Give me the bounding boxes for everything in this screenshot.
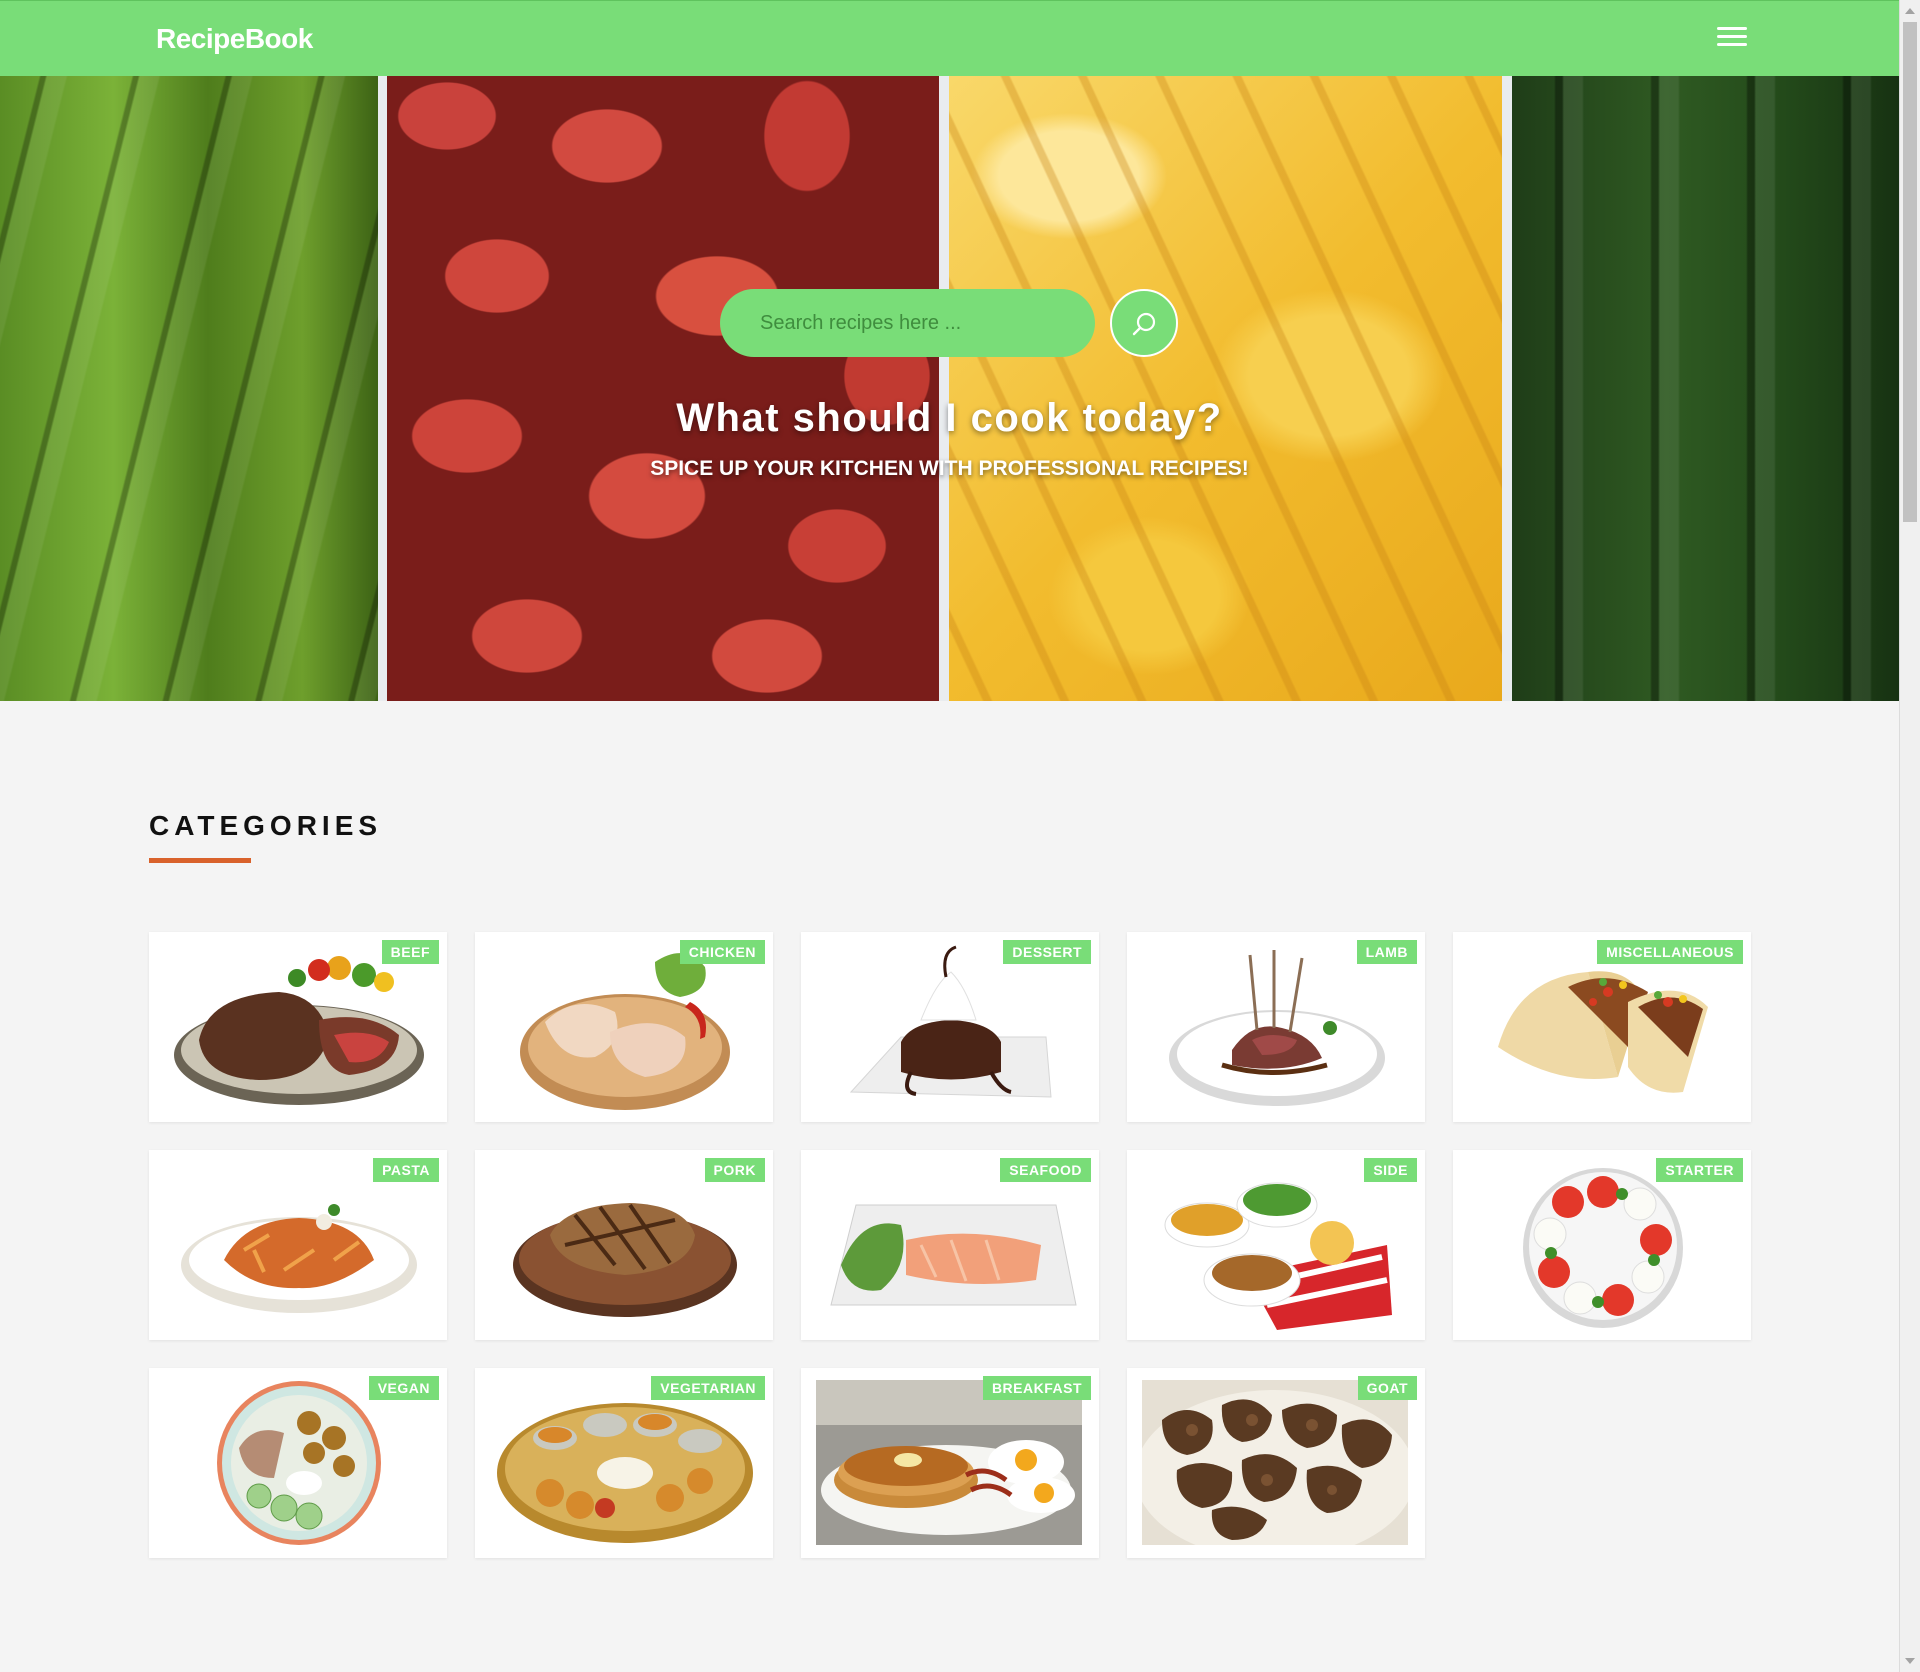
category-badge: BREAKFAST: [982, 1376, 1091, 1400]
search-button[interactable]: [1110, 289, 1178, 357]
search-input[interactable]: [720, 289, 1095, 357]
scroll-down-arrow[interactable]: [1905, 1658, 1915, 1664]
pork-image: [513, 1203, 737, 1317]
chicken-image: [520, 953, 730, 1110]
category-card-dessert[interactable]: DESSERT: [801, 932, 1099, 1122]
breakfast-image: [816, 1380, 1082, 1545]
category-card-vegan[interactable]: VEGAN: [149, 1368, 447, 1558]
category-badge: STARTER: [1656, 1158, 1743, 1182]
heading-underline: [149, 858, 251, 863]
beef-image: [174, 956, 424, 1105]
navbar: RecipeBook: [0, 0, 1899, 76]
hero-image-red-beans: [387, 76, 939, 701]
category-card-lamb[interactable]: LAMB: [1127, 932, 1425, 1122]
category-card-beef[interactable]: BEEF: [149, 932, 447, 1122]
category-badge: VEGETARIAN: [651, 1376, 765, 1400]
category-badge: VEGAN: [368, 1376, 439, 1400]
hero-image-okra-right: [1512, 76, 1899, 701]
side-image: [1164, 1182, 1392, 1330]
category-badge: SEAFOOD: [1000, 1158, 1091, 1182]
hero-image-okra-left: [0, 76, 378, 701]
vegetarian-image: [497, 1403, 753, 1543]
starter-image: [1523, 1168, 1683, 1328]
page-scrollbar[interactable]: [1899, 0, 1920, 1672]
category-badge: PASTA: [373, 1158, 439, 1182]
category-card-vegetarian[interactable]: VEGETARIAN: [475, 1368, 773, 1558]
brand-logo[interactable]: RecipeBook: [156, 23, 313, 55]
category-badge: BEEF: [381, 940, 439, 964]
pasta-image: [181, 1204, 417, 1313]
hamburger-icon[interactable]: [1717, 27, 1747, 51]
category-card-side[interactable]: SIDE: [1127, 1150, 1425, 1340]
category-badge: SIDE: [1364, 1158, 1417, 1182]
categories-heading: CATEGORIES: [149, 810, 383, 841]
category-card-pasta[interactable]: PASTA: [149, 1150, 447, 1340]
vegan-image: [217, 1381, 381, 1545]
miscellaneous-image: [1498, 971, 1708, 1093]
scroll-up-arrow[interactable]: [1905, 8, 1915, 14]
category-card-seafood[interactable]: SEAFOOD: [801, 1150, 1099, 1340]
category-card-chicken[interactable]: CHICKEN: [475, 932, 773, 1122]
category-badge: LAMB: [1356, 940, 1417, 964]
hero-image-jackfruit: [949, 76, 1502, 701]
category-badge: GOAT: [1357, 1376, 1417, 1400]
category-card-miscellaneous[interactable]: MISCELLANEOUS: [1453, 932, 1751, 1122]
hero-divider: [939, 76, 949, 701]
category-badge: MISCELLANEOUS: [1597, 940, 1743, 964]
hero-title: What should I cook today?: [676, 396, 1223, 440]
category-badge: DESSERT: [1003, 940, 1091, 964]
search-icon: [1132, 312, 1156, 336]
category-card-pork[interactable]: PORK: [475, 1150, 773, 1340]
category-card-starter[interactable]: STARTER: [1453, 1150, 1751, 1340]
scroll-thumb[interactable]: [1903, 22, 1917, 522]
category-badge: CHICKEN: [679, 940, 765, 964]
hero-subtitle: SPICE UP YOUR KITCHEN WITH PROFESSIONAL …: [650, 457, 1249, 480]
page: RecipeBook What should I cook today? SPI…: [0, 0, 1899, 1672]
dessert-image: [849, 945, 1052, 1098]
category-card-breakfast[interactable]: BREAKFAST: [801, 1368, 1099, 1558]
category-badge: PORK: [704, 1158, 765, 1182]
goat-image: [1142, 1380, 1408, 1545]
hero-divider: [1502, 76, 1512, 701]
lamb-image: [1169, 950, 1385, 1106]
category-card-goat[interactable]: GOAT: [1127, 1368, 1425, 1558]
hero-banner: What should I cook today? SPICE UP YOUR …: [0, 76, 1899, 701]
seafood-image: [830, 1204, 1077, 1306]
